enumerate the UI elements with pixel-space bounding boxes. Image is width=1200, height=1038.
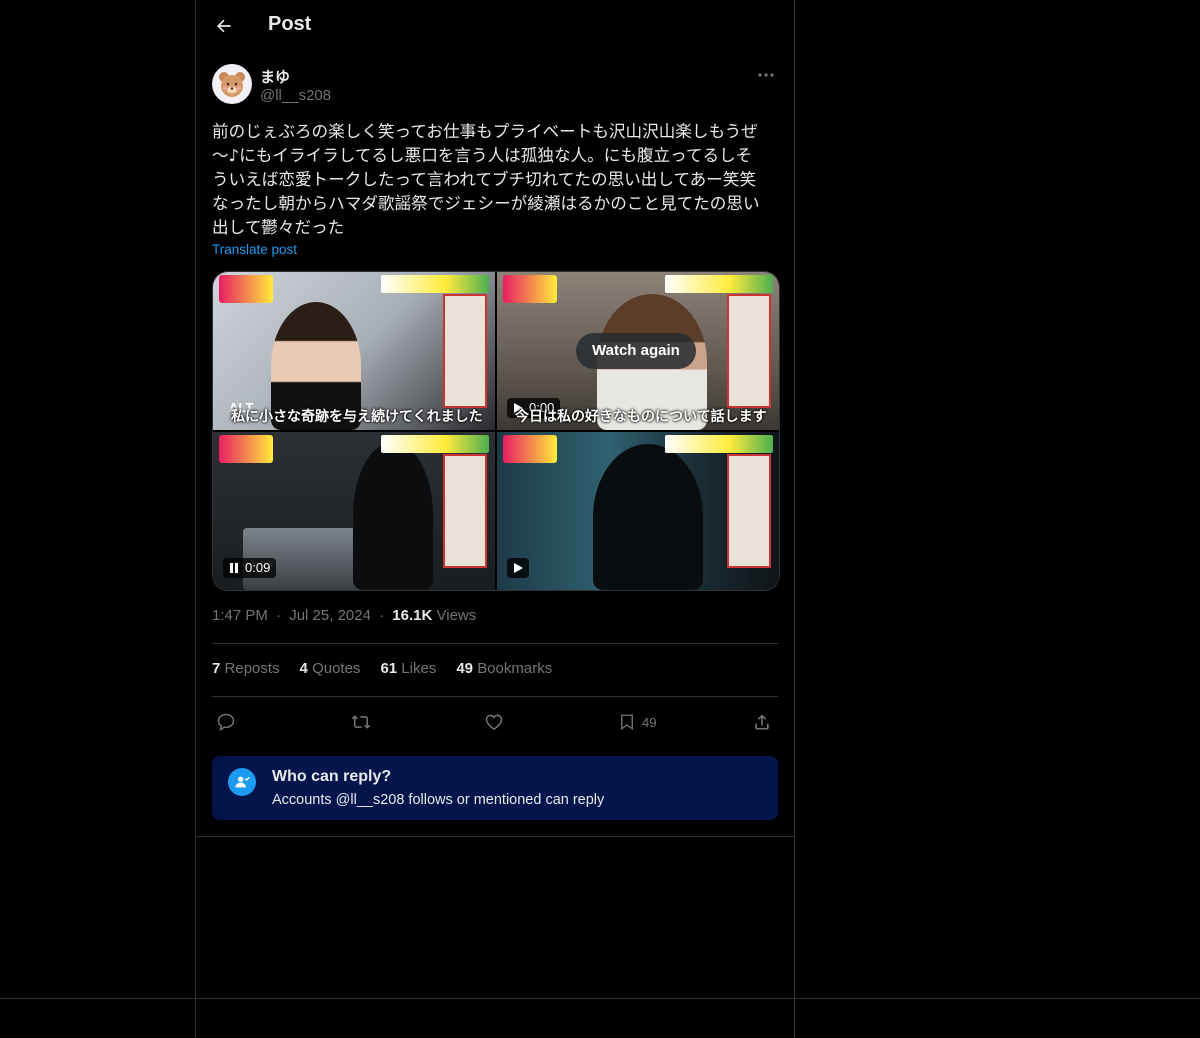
show-logo — [503, 275, 557, 303]
views-count: 16.1K — [392, 607, 433, 624]
media-grid: ALT 私に小さな奇跡を与え続けてくれました Watch again 0:00 … — [212, 271, 780, 591]
media-tile-4[interactable] — [497, 432, 779, 590]
divider — [212, 643, 778, 644]
views-label: Views — [436, 607, 477, 624]
wipe-panel — [443, 294, 487, 408]
show-banner — [381, 435, 489, 453]
page-title: Post — [268, 13, 312, 35]
media-tile-2[interactable]: Watch again 0:00 今日は私の好きなものについて話します — [497, 272, 779, 430]
translate-post-link[interactable]: Translate post — [212, 242, 297, 257]
wipe-panel — [727, 294, 771, 408]
bookmarks-stat[interactable]: 49 Bookmarks — [456, 660, 552, 677]
bookmark-button[interactable]: 49 — [618, 706, 656, 738]
bookmarks-label: Bookmarks — [477, 660, 553, 677]
video-timer-badge: 0:09 — [223, 558, 277, 578]
mention-user-icon — [228, 768, 256, 796]
action-bar: 49 — [212, 706, 778, 738]
show-logo — [219, 435, 273, 463]
likes-label: Likes — [401, 660, 437, 677]
likes-stat[interactable]: 61 Likes — [380, 660, 436, 677]
more-options-button[interactable] — [754, 64, 778, 86]
heart-icon — [485, 714, 503, 730]
video-subtitle: 今日は私の好きなものについて話します — [515, 408, 767, 424]
video-time: 0:09 — [245, 560, 271, 575]
reply-button[interactable] — [216, 706, 236, 738]
repost-icon — [351, 715, 371, 729]
person-figure — [353, 442, 433, 590]
bookmarks-count: 49 — [456, 660, 474, 677]
play-icon — [514, 563, 523, 573]
show-logo — [219, 275, 273, 303]
likes-count: 61 — [380, 660, 398, 677]
bookmark-icon — [621, 714, 633, 731]
reposts-label: Reposts — [224, 660, 280, 677]
post-time[interactable]: 1:47 PM — [212, 607, 268, 624]
show-banner — [665, 435, 773, 453]
show-logo — [503, 435, 557, 463]
quotes-stat[interactable]: 4 Quotes — [300, 660, 361, 677]
reposts-stat[interactable]: 7 Reposts — [212, 660, 280, 677]
divider — [196, 836, 794, 837]
share-button[interactable] — [752, 706, 772, 738]
pause-icon — [230, 563, 238, 573]
reposts-count: 7 — [212, 660, 221, 677]
header: Post — [196, 0, 794, 53]
video-play-badge[interactable] — [507, 558, 529, 578]
wipe-panel — [443, 454, 487, 568]
post-column: Post まゆ @ll__s208 前のじぇぶろの楽しく笑ってお仕事もプライベー… — [195, 0, 795, 1038]
back-button[interactable] — [212, 14, 236, 38]
like-button[interactable] — [484, 706, 504, 738]
post-date[interactable]: Jul 25, 2024 — [289, 607, 371, 624]
repost-button[interactable] — [350, 706, 372, 738]
bookmark-count: 49 — [642, 714, 657, 730]
post-text: 前のじぇぶろの楽しく笑ってお仕事もプライベートも沢山沢山楽しもうぜ 〜♪にもイラ… — [212, 122, 760, 237]
reply-restriction-title: Who can reply? — [272, 768, 392, 785]
reply-icon — [217, 713, 235, 732]
arrow-left-icon — [217, 19, 231, 33]
quotes-label: Quotes — [312, 660, 361, 677]
engagement-stats: 7 Reposts 4 Quotes 61 Likes 49 Bookmarks — [212, 660, 552, 677]
video-subtitle: 私に小さな奇跡を与え続けてくれました — [231, 408, 483, 424]
wipe-panel — [727, 454, 771, 568]
meta-separator: · — [379, 607, 385, 624]
person-silhouette — [593, 444, 703, 590]
watch-again-button[interactable]: Watch again — [576, 333, 696, 369]
reply-restriction-subtitle: Accounts @ll__s208 follows or mentioned … — [272, 792, 605, 808]
author-row: まゆ @ll__s208 — [212, 64, 778, 108]
show-banner — [665, 275, 773, 293]
share-icon — [755, 714, 769, 730]
more-horizontal-icon — [758, 73, 774, 77]
bear-avatar-icon — [219, 72, 245, 97]
divider — [212, 696, 778, 697]
post-meta: 1:47 PM · Jul 25, 2024 · 16.1K Views — [212, 607, 476, 624]
show-banner — [381, 275, 489, 293]
media-tile-1[interactable]: ALT 私に小さな奇跡を与え続けてくれました — [213, 272, 495, 430]
avatar[interactable] — [212, 64, 252, 104]
meta-separator: · — [276, 607, 282, 624]
user-handle[interactable]: @ll__s208 — [260, 87, 331, 104]
reply-restriction-box: Who can reply? Accounts @ll__s208 follow… — [212, 756, 778, 820]
media-tile-3[interactable]: 0:09 — [213, 432, 495, 590]
display-name[interactable]: まゆ — [260, 66, 290, 87]
quotes-count: 4 — [299, 660, 308, 677]
